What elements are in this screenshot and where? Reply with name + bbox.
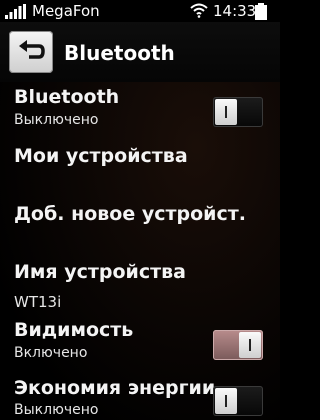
app-header: Bluetooth (0, 22, 280, 82)
bluetooth-label: Bluetooth (14, 86, 120, 108)
my-devices-item[interactable]: Мои устройства (14, 145, 188, 167)
visibility-label: Видимость (14, 319, 134, 341)
bluetooth-status: Выключено (14, 112, 99, 128)
visibility-toggle[interactable] (213, 330, 263, 360)
toggle-knob (215, 388, 237, 414)
wifi-icon (190, 3, 208, 22)
power-saving-status: Выключено (14, 402, 99, 418)
power-saving-toggle[interactable] (213, 386, 263, 416)
bluetooth-settings-screen: MegaFon 14:33 Bluetooth Bluetooth Выключ… (0, 0, 280, 420)
status-time: 14:33 (213, 2, 257, 20)
device-name-label: Имя устройства (14, 261, 186, 283)
visibility-status: Включено (14, 345, 88, 361)
toggle-knob (215, 99, 237, 125)
device-name-value: WT13i (14, 293, 62, 311)
bluetooth-toggle[interactable] (213, 97, 263, 127)
page-title: Bluetooth (64, 41, 175, 65)
carrier-name: MegaFon (32, 2, 100, 20)
back-button[interactable] (9, 31, 53, 73)
power-saving-label: Экономия энергии (14, 377, 216, 399)
battery-icon (254, 3, 268, 24)
add-device-item[interactable]: Доб. новое устройст. (14, 203, 246, 225)
back-arrow-icon (19, 40, 45, 59)
status-bar: MegaFon 14:33 (0, 0, 280, 22)
toggle-knob (239, 332, 261, 358)
signal-icon (5, 4, 27, 23)
